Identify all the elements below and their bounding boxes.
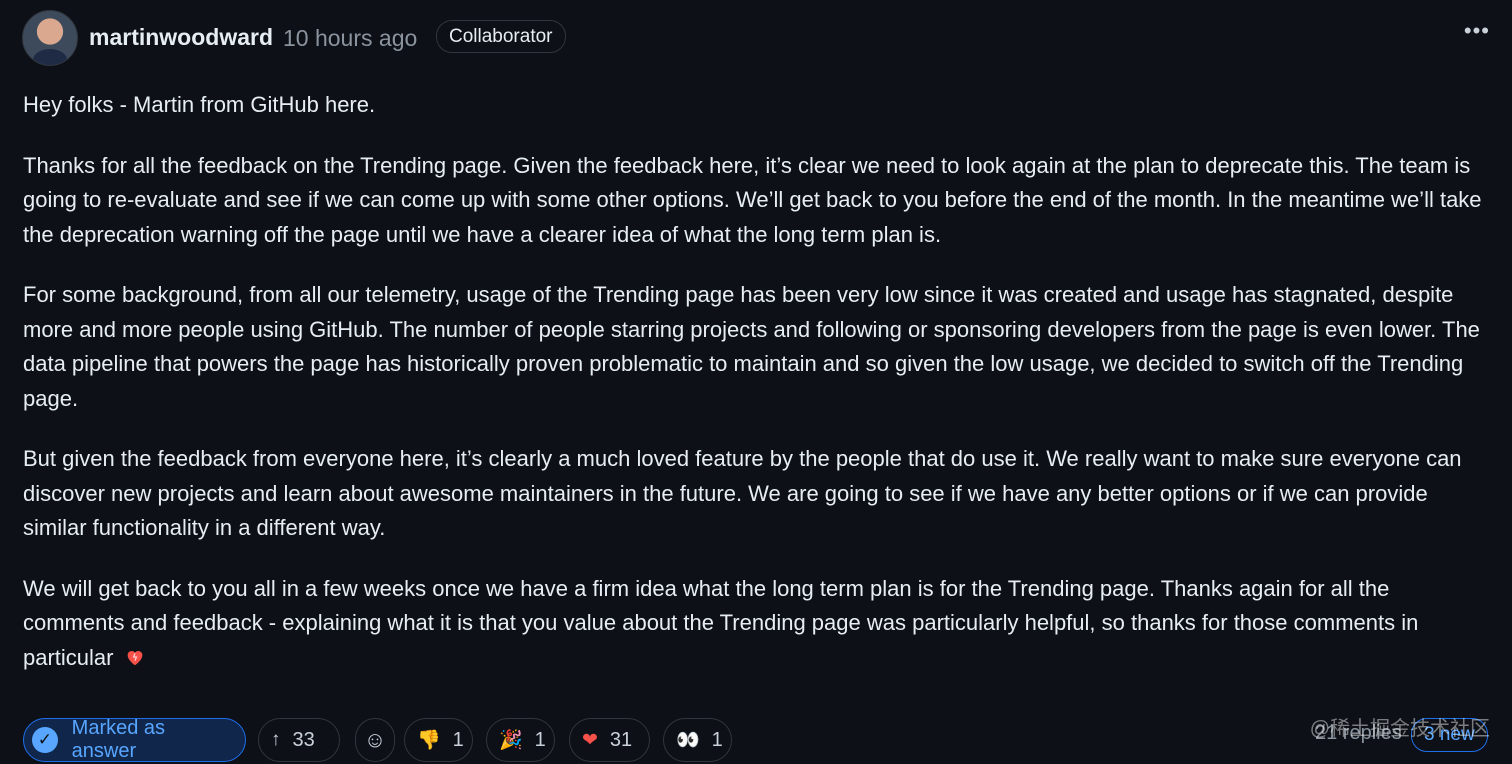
paragraph-4: But given the feedback from everyone her… <box>23 446 1462 540</box>
paragraph-5-text: We will get back to you all in a few wee… <box>23 575 1419 670</box>
check-circle-icon: ✓ <box>32 727 58 753</box>
comment-body: Hey folks - Martin from GitHub here. Tha… <box>23 88 1493 701</box>
collaborator-badge: Collaborator <box>436 20 566 53</box>
eyes-icon: 👀 <box>676 730 700 751</box>
marked-as-answer-button[interactable]: ✓ Marked as answer <box>23 717 246 762</box>
paragraph-2: Thanks for all the feedback on the Trend… <box>23 152 1482 247</box>
paragraph-3: For some background, from all our teleme… <box>23 282 1480 411</box>
avatar[interactable] <box>22 10 78 66</box>
reaction-count: 1 <box>452 728 464 751</box>
sparkling-heart-icon <box>127 650 142 665</box>
reaction-thumbs-down[interactable]: 👎 1 <box>404 718 473 762</box>
comment-header: martinwoodward 10 hours ago Collaborator… <box>22 10 1492 66</box>
upvote-button[interactable]: ↑ 33 <box>258 718 340 762</box>
reaction-count: 31 <box>609 728 633 751</box>
kebab-horizontal-icon[interactable]: ••• <box>1464 18 1490 44</box>
heart-icon: ❤ <box>582 729 598 751</box>
thumbs-down-icon: 👎 <box>417 730 441 751</box>
paragraph-5: We will get back to you all in a few wee… <box>23 572 1493 676</box>
reaction-heart[interactable]: ❤ 31 <box>569 718 650 762</box>
reaction-count: 1 <box>534 728 546 751</box>
add-reaction-button[interactable]: ☺ <box>355 718 395 762</box>
reaction-count: 1 <box>711 728 723 751</box>
reaction-eyes[interactable]: 👀 1 <box>663 718 732 762</box>
comment-timestamp[interactable]: 10 hours ago <box>283 25 417 52</box>
smiley-icon: ☺ <box>363 727 387 752</box>
answer-label: Marked as answer <box>71 717 166 762</box>
arrow-up-icon: ↑ <box>271 729 281 750</box>
upvote-count: 33 <box>292 728 315 751</box>
tada-icon: 🎉 <box>499 730 523 751</box>
paragraph-1: Hey folks - Martin from GitHub here. <box>23 92 376 117</box>
comment-footer: ✓ Marked as answer ↑ 33 ☺ 👎 1 🎉 1 ❤ 31 👀… <box>23 717 1493 764</box>
author-name[interactable]: martinwoodward <box>89 24 273 51</box>
watermark: @稀土掘金技术社区 <box>1309 718 1490 740</box>
reaction-tada[interactable]: 🎉 1 <box>486 718 555 762</box>
